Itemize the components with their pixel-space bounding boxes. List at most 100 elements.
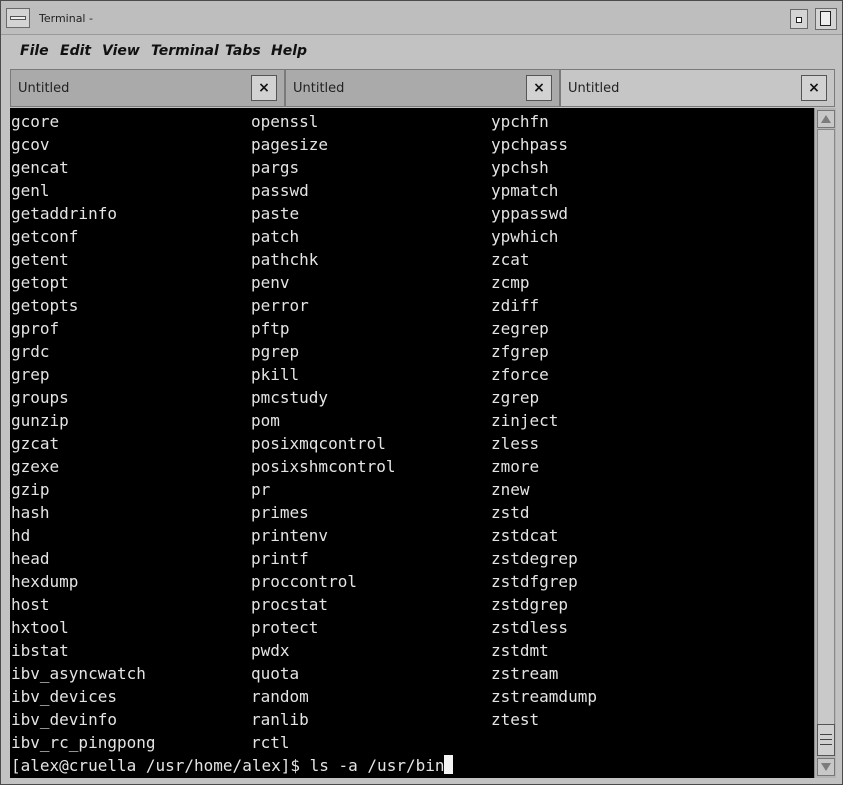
file-name: zforce	[491, 365, 549, 384]
menu-help[interactable]: Help	[271, 43, 307, 59]
file-name: rctl	[251, 733, 290, 752]
file-name: random	[251, 687, 309, 706]
tab-untitled-1[interactable]: Untitled ×	[10, 69, 285, 107]
file-name: hash	[11, 503, 50, 522]
iconify-icon[interactable]	[790, 9, 808, 29]
file-name: head	[11, 549, 50, 568]
file-name: ypmatch	[491, 181, 559, 200]
window-menu-icon[interactable]	[6, 8, 30, 28]
file-name: znew	[491, 480, 530, 499]
file-name: hd	[11, 526, 31, 545]
file-name: zless	[491, 434, 540, 453]
close-icon[interactable]: ×	[251, 75, 277, 101]
file-name: ibv_asyncwatch	[11, 664, 146, 683]
menu-file[interactable]: File	[20, 43, 49, 59]
text-cursor	[444, 755, 454, 774]
file-name: procstat	[251, 595, 329, 614]
scroll-track[interactable]	[817, 129, 835, 737]
file-name: ypwhich	[491, 227, 559, 246]
terminal-output[interactable]: gcore openssl ypchfn gcov pagesize ypchpass ge…	[10, 108, 814, 778]
menu-terminal[interactable]: Terminal	[151, 43, 219, 59]
window-title: Terminal -	[39, 12, 93, 25]
file-name: zfgrep	[491, 342, 549, 361]
file-name: getconf	[11, 227, 79, 246]
tab-untitled-2[interactable]: Untitled ×	[285, 69, 560, 107]
file-name: pgrep	[251, 342, 300, 361]
file-name: protect	[251, 618, 319, 637]
file-name: yppasswd	[491, 204, 569, 223]
file-name: zstdcat	[491, 526, 559, 545]
file-name: pathchk	[251, 250, 319, 269]
file-name: zinject	[491, 411, 559, 430]
file-name: zstdgrep	[491, 595, 569, 614]
file-name: pftp	[251, 319, 290, 338]
command-text: ls -a /usr/bin	[309, 756, 445, 775]
file-name: getopts	[11, 296, 79, 315]
file-name: paste	[251, 204, 300, 223]
tab-label: Untitled	[293, 81, 345, 96]
prompt: [alex@cruella /usr/home/alex]$	[11, 756, 310, 775]
file-name: ibv_devinfo	[11, 710, 117, 729]
menu-view[interactable]: View	[102, 43, 140, 59]
file-name: perror	[251, 296, 309, 315]
file-name: primes	[251, 503, 309, 522]
file-name: zmore	[491, 457, 540, 476]
close-icon[interactable]: ×	[801, 75, 827, 101]
file-name: ibv_devices	[11, 687, 117, 706]
file-name: ztest	[491, 710, 540, 729]
file-name: penv	[251, 273, 290, 292]
file-name: getopt	[11, 273, 69, 292]
vertical-scrollbar[interactable]	[814, 108, 836, 778]
file-name: printenv	[251, 526, 329, 545]
file-name: zstreamdump	[491, 687, 597, 706]
file-name: zstdmt	[491, 641, 549, 660]
file-name: gunzip	[11, 411, 69, 430]
tab-untitled-3[interactable]: Untitled ×	[560, 69, 835, 107]
file-name: pom	[251, 411, 280, 430]
file-name: openssl	[251, 112, 319, 131]
menu-edit[interactable]: Edit	[60, 43, 91, 59]
file-name: groups	[11, 388, 69, 407]
file-name: ibv_rc_pingpong	[11, 733, 156, 752]
maximize-icon[interactable]	[815, 8, 837, 30]
menu-bar: File Edit View Terminal Tabs Help	[10, 35, 835, 66]
file-name: zstdless	[491, 618, 569, 637]
file-name: pagesize	[251, 135, 329, 154]
file-name: gzcat	[11, 434, 60, 453]
file-name: pr	[251, 480, 271, 499]
file-name: posixshmcontrol	[251, 457, 396, 476]
file-name: ypchsh	[491, 158, 549, 177]
scroll-up-icon[interactable]	[817, 110, 835, 128]
close-icon[interactable]: ×	[526, 75, 552, 101]
menu-tabs[interactable]: Tabs	[225, 43, 261, 59]
title-bar[interactable]: Terminal -	[1, 1, 842, 35]
file-name: zgrep	[491, 388, 540, 407]
file-name: zstd	[491, 503, 530, 522]
file-name: gcov	[11, 135, 50, 154]
file-name: ranlib	[251, 710, 309, 729]
scroll-down-icon[interactable]	[817, 758, 835, 776]
file-name: ypchpass	[491, 135, 569, 154]
file-name: zegrep	[491, 319, 549, 338]
file-name: ibstat	[11, 641, 69, 660]
file-name: zstream	[491, 664, 559, 683]
file-name: zstdfgrep	[491, 572, 578, 591]
prompt-line[interactable]: [alex@cruella /usr/home/alex]$ ls -a /us…	[11, 754, 454, 777]
file-name: pmcstudy	[251, 388, 329, 407]
file-name: proccontrol	[251, 572, 357, 591]
file-name: quota	[251, 664, 300, 683]
file-name: gzip	[11, 480, 50, 499]
file-name: zcmp	[491, 273, 530, 292]
file-name: hexdump	[11, 572, 79, 591]
file-name: printf	[251, 549, 309, 568]
tab-label: Untitled	[18, 81, 70, 96]
file-name: zstdegrep	[491, 549, 578, 568]
file-name: gencat	[11, 158, 69, 177]
file-name: gcore	[11, 112, 60, 131]
terminal-window: Terminal - File Edit View Terminal Tabs …	[0, 0, 843, 785]
scroll-thumb[interactable]	[817, 724, 835, 756]
file-name: genl	[11, 181, 50, 200]
file-name: getent	[11, 250, 69, 269]
file-name: grdc	[11, 342, 50, 361]
file-name: gzexe	[11, 457, 60, 476]
